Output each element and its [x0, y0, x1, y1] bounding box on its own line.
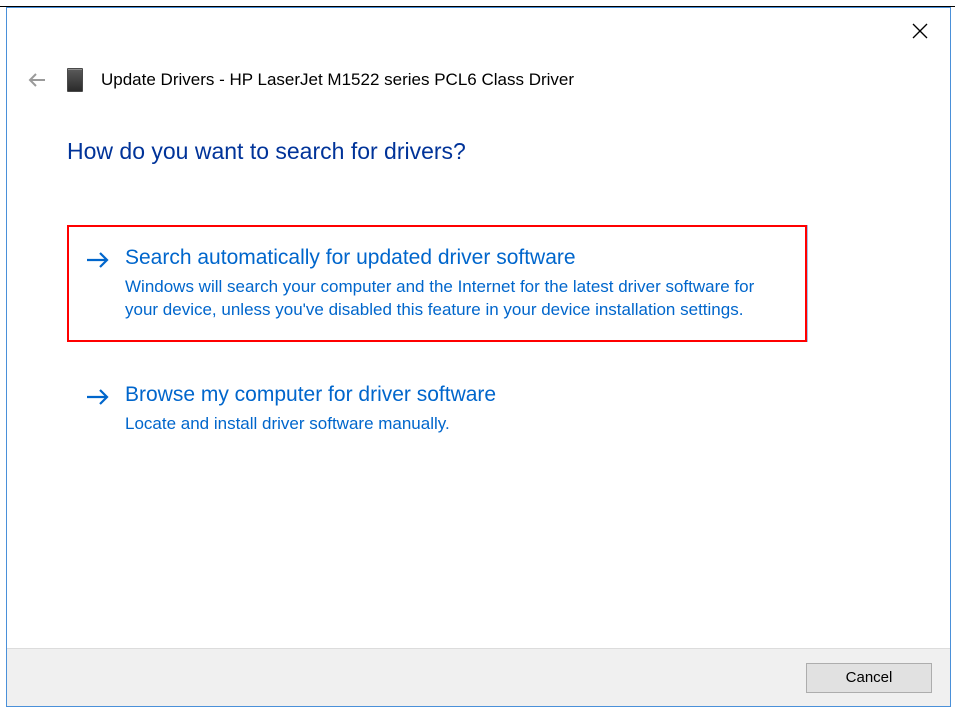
close-icon	[912, 23, 928, 39]
dialog-header: Update Drivers - HP LaserJet M1522 serie…	[25, 68, 932, 92]
option-description: Windows will search your computer and th…	[125, 276, 785, 322]
back-button[interactable]	[25, 68, 49, 92]
cancel-button[interactable]: Cancel	[806, 663, 932, 693]
update-drivers-dialog: Update Drivers - HP LaserJet M1522 serie…	[6, 7, 951, 707]
option-title: Search automatically for updated driver …	[125, 245, 785, 270]
arrow-right-icon	[85, 386, 111, 413]
option-browse-computer[interactable]: Browse my computer for driver software L…	[67, 362, 807, 456]
dialog-content: How do you want to search for drivers? S…	[67, 138, 890, 476]
option-text: Search automatically for updated driver …	[125, 245, 785, 322]
option-search-automatically[interactable]: Search automatically for updated driver …	[67, 225, 807, 342]
cancel-button-label: Cancel	[846, 669, 893, 686]
arrow-left-icon	[27, 70, 47, 90]
page-heading: How do you want to search for drivers?	[67, 138, 890, 165]
frame-top-edge	[0, 0, 955, 7]
option-title: Browse my computer for driver software	[125, 382, 785, 407]
dialog-footer: Cancel	[7, 648, 950, 706]
device-icon	[67, 68, 83, 92]
close-button[interactable]	[900, 16, 940, 46]
option-text: Browse my computer for driver software L…	[125, 382, 785, 436]
dialog-title: Update Drivers - HP LaserJet M1522 serie…	[101, 70, 574, 90]
arrow-right-icon	[85, 249, 111, 276]
option-description: Locate and install driver software manua…	[125, 413, 785, 436]
